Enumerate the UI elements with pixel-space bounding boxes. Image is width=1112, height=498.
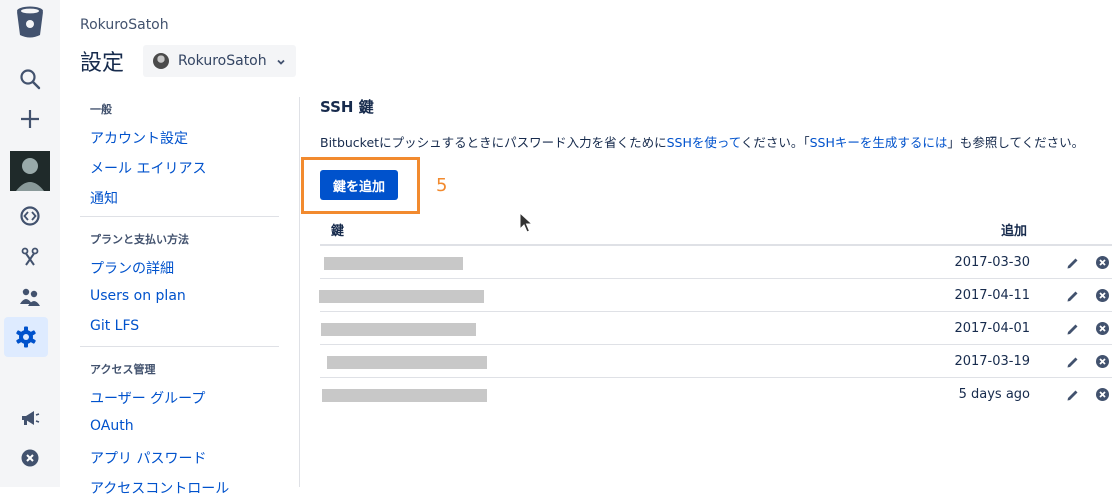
avatar-icon[interactable] bbox=[0, 151, 60, 191]
description-text: 」も参照してください。 bbox=[947, 135, 1085, 150]
megaphone-icon[interactable] bbox=[0, 398, 60, 438]
table-row: 2017-04-01 bbox=[320, 312, 1112, 345]
sidebar-item-oauth[interactable]: OAuth bbox=[90, 418, 134, 434]
sidebar-item-account-settings[interactable]: アカウント設定 bbox=[90, 128, 188, 148]
repository-icon[interactable] bbox=[0, 196, 60, 236]
divider bbox=[80, 216, 279, 217]
search-icon[interactable] bbox=[0, 59, 60, 99]
table-row: 2017-03-30 bbox=[320, 246, 1112, 279]
table-row: 2017-04-11 bbox=[319, 279, 1112, 312]
add-key-button[interactable]: 鍵を追加 bbox=[320, 170, 398, 200]
use-ssh-link[interactable]: SSHを使って bbox=[667, 135, 741, 150]
redacted-key-label bbox=[319, 290, 484, 303]
section-title: SSH 鍵 bbox=[320, 98, 374, 116]
plus-icon[interactable] bbox=[0, 99, 60, 139]
delete-icon[interactable] bbox=[1095, 387, 1110, 406]
table-row: 2017-03-19 bbox=[320, 345, 1112, 378]
sidebar-item-plan-details[interactable]: プランの詳細 bbox=[90, 258, 174, 278]
pencil-icon[interactable] bbox=[1066, 387, 1080, 406]
sidebar-item-app-passwords[interactable]: アプリ パスワード bbox=[90, 448, 206, 468]
account-select-value: RokuroSatoh bbox=[178, 53, 267, 69]
divider bbox=[80, 346, 279, 347]
redacted-key-label bbox=[322, 389, 487, 402]
key-added-date: 2017-04-01 bbox=[954, 321, 1030, 336]
bitbucket-logo-icon[interactable] bbox=[0, 2, 60, 42]
description: Bitbucketにプッシュするときにパスワード入力を省くためにSSHを使ってく… bbox=[320, 132, 1084, 151]
redacted-key-label bbox=[324, 257, 463, 270]
account-select[interactable]: RokuroSatoh bbox=[143, 45, 296, 77]
mouse-cursor-icon bbox=[519, 211, 534, 238]
close-circle-icon[interactable] bbox=[0, 438, 60, 478]
sidebar-item-notifications[interactable]: 通知 bbox=[90, 188, 118, 208]
sidebar-item-email-aliases[interactable]: メール エイリアス bbox=[90, 158, 206, 178]
redacted-key-label bbox=[321, 323, 476, 336]
section-heading-access: アクセス管理 bbox=[90, 363, 156, 376]
team-icon[interactable] bbox=[0, 277, 60, 317]
sidebar-item-git-lfs[interactable]: Git LFS bbox=[90, 318, 139, 334]
pencil-icon[interactable] bbox=[1066, 354, 1080, 373]
global-nav bbox=[0, 0, 60, 487]
chevron-down-icon bbox=[275, 53, 287, 72]
pull-requests-icon[interactable] bbox=[0, 237, 60, 277]
sidebar-item-access-control[interactable]: アクセスコントロール bbox=[90, 478, 229, 498]
pencil-icon[interactable] bbox=[1066, 255, 1080, 274]
description-text: Bitbucketにプッシュするときにパスワード入力を省くために bbox=[320, 135, 667, 150]
section-heading-billing: プランと支払い方法 bbox=[90, 233, 189, 246]
sidebar-divider bbox=[299, 97, 300, 487]
column-header-added: 追加 bbox=[1001, 224, 1028, 239]
gear-icon[interactable] bbox=[4, 317, 48, 357]
account-avatar-icon bbox=[153, 53, 169, 69]
key-added-date: 5 days ago bbox=[958, 387, 1030, 402]
breadcrumb[interactable]: RokuroSatoh bbox=[80, 17, 169, 33]
delete-icon[interactable] bbox=[1095, 255, 1110, 274]
sidebar-item-user-groups[interactable]: ユーザー グループ bbox=[90, 388, 205, 408]
table-row: 5 days ago bbox=[320, 378, 1112, 411]
key-added-date: 2017-03-19 bbox=[954, 354, 1030, 369]
key-added-date: 2017-04-11 bbox=[954, 288, 1030, 303]
description-text: ください。「 bbox=[740, 135, 810, 150]
column-header-key: 鍵 bbox=[331, 224, 345, 239]
pencil-icon[interactable] bbox=[1066, 321, 1080, 340]
key-added-date: 2017-03-30 bbox=[954, 255, 1030, 270]
delete-icon[interactable] bbox=[1095, 354, 1110, 373]
delete-icon[interactable] bbox=[1095, 288, 1110, 307]
generate-ssh-key-link[interactable]: SSHキーを生成するには bbox=[810, 135, 948, 150]
page-title: 設定 bbox=[80, 51, 125, 76]
delete-icon[interactable] bbox=[1095, 321, 1110, 340]
pencil-icon[interactable] bbox=[1066, 288, 1080, 307]
sidebar-item-users-on-plan[interactable]: Users on plan bbox=[90, 288, 186, 304]
section-heading-general: 一般 bbox=[90, 103, 112, 116]
annotation-step-number: 5 bbox=[436, 175, 448, 196]
redacted-key-label bbox=[327, 356, 487, 369]
